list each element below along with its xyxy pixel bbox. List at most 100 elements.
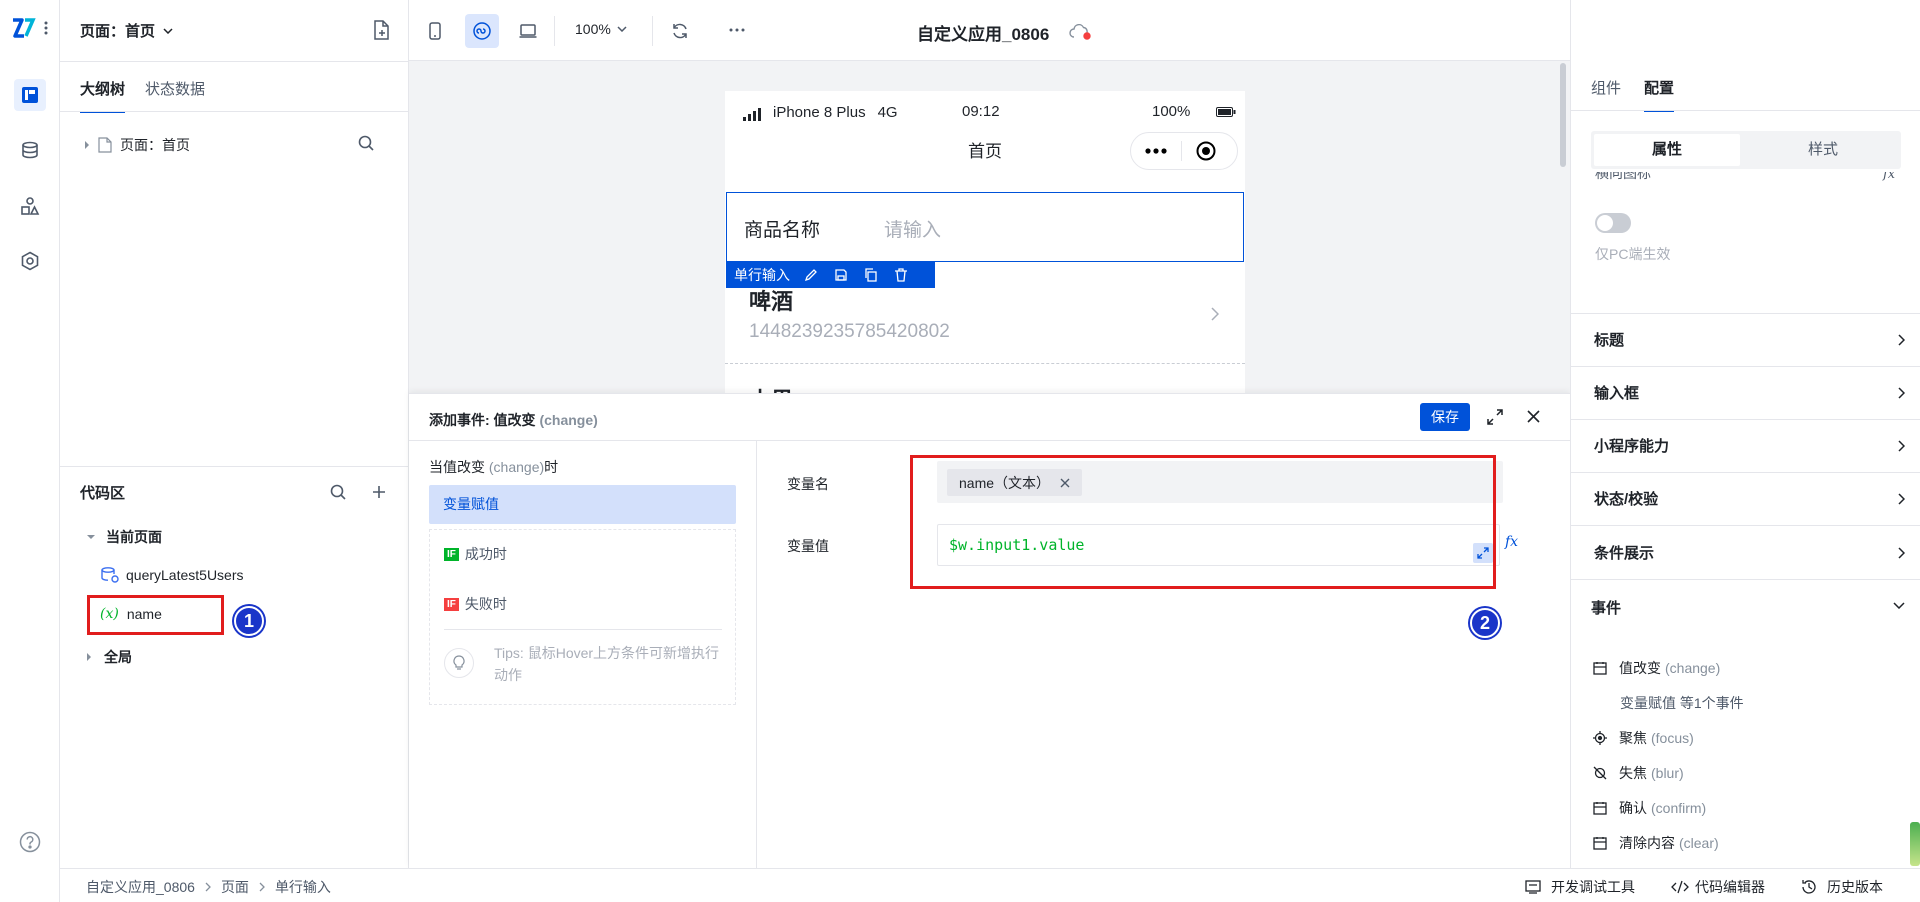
event-confirm[interactable]: 确认 (confirm) [1593,798,1706,818]
if-fail-tag: IF [444,597,459,611]
tree-current-page[interactable]: 当前页面 [86,527,162,547]
miniprogram-view-icon[interactable] [465,14,499,48]
code-search-icon[interactable] [330,484,346,500]
edit-icon[interactable] [804,268,818,282]
save-button[interactable]: 保存 [1420,403,1470,431]
app-title: 自定义应用_0806 [917,25,1050,44]
outline-layout-icon[interactable] [14,79,46,111]
event-en: (blur) [1651,765,1684,781]
delete-icon[interactable] [894,268,908,282]
database-icon[interactable] [14,134,46,166]
pc-only-hint: 仅PC端生效 [1595,246,1671,262]
zoom-selector[interactable]: 100% [575,21,627,37]
event-en: (clear) [1679,835,1719,851]
breadcrumb-component[interactable]: 单行输入 [275,877,331,897]
chevron-down-icon [163,27,173,34]
section-state-label: 状态/校验 [1594,491,1659,508]
new-page-icon[interactable] [372,20,390,40]
page-selector-label: 页面：首页 [80,23,156,40]
section-conditional-display[interactable]: 条件展示 [1571,527,1920,580]
dev-tools-label: 开发调试工具 [1551,879,1635,895]
section-title[interactable]: 标题 [1571,314,1920,367]
capsule-button[interactable] [1130,132,1238,170]
chevron-right-icon [259,882,265,892]
mobile-view-icon[interactable] [429,22,441,40]
history-button[interactable]: 历史版本 [1801,877,1883,897]
branch-success[interactable]: IF 成功时 [444,544,507,564]
event-clear[interactable]: 清除内容 (clear) [1593,833,1719,853]
canvas-scrollbar[interactable] [1560,63,1566,167]
tab-config[interactable]: 配置 [1644,77,1675,112]
components-icon[interactable] [14,190,46,222]
outline-item-page[interactable]: 页面：首页 [84,135,190,155]
var-name-label: 变量名 [787,476,829,492]
input-field-selected[interactable]: 商品名称 请输入 [726,192,1244,262]
capsule-close-icon [1196,141,1216,161]
code-item-query[interactable]: queryLatest5Users [100,566,244,584]
event-focus[interactable]: 聚焦 (focus) [1593,728,1694,748]
history-icon [1802,880,1816,894]
code-editor-button[interactable]: 代码编辑器 [1671,877,1765,897]
caret-right-icon [87,653,91,661]
seg-attributes[interactable]: 属性 [1594,134,1740,166]
var-value-label: 变量值 [787,538,829,554]
dev-tools-button[interactable]: 开发调试工具 [1525,877,1635,897]
code-item-label: queryLatest5Users [126,567,244,583]
more-horizontal-icon[interactable] [729,28,745,32]
pc-only-toggle[interactable] [1595,213,1631,233]
section-miniprogram[interactable]: 小程序能力 [1571,420,1920,473]
tab-outline-tree[interactable]: 大纲树 [80,78,126,113]
breadcrumb-app[interactable]: 自定义应用_0806 [86,877,195,897]
code-add-icon[interactable] [371,484,387,500]
more-vertical-icon[interactable] [44,20,48,36]
annotation-box-2 [910,455,1496,589]
tips-text: Tips: 鼠标Hover上方条件可新增执行动作 [494,645,720,683]
refresh-icon[interactable] [671,22,689,40]
attr-style-switch: 属性 样式 [1591,131,1901,169]
seg-styles[interactable]: 样式 [1749,134,1897,166]
tab-state-data[interactable]: 状态数据 [145,78,205,99]
right-panel-scrollbar[interactable] [1910,822,1920,866]
outline-search-icon[interactable] [358,135,374,151]
caret-right-icon [85,141,89,149]
tree-global[interactable]: 全局 [86,647,132,667]
save-icon[interactable] [834,268,848,282]
section-events[interactable]: 事件 [1591,597,1621,618]
event-change[interactable]: 值改变 (change) [1593,658,1720,678]
event-blur[interactable]: 失焦 (blur) [1593,763,1684,783]
chevron-down-icon[interactable] [1893,602,1905,609]
settings-hexagon-icon[interactable] [14,245,46,277]
chevron-right-icon[interactable] [1211,307,1219,321]
section-state-validation[interactable]: 状态/校验 [1571,473,1920,526]
event-label: 聚焦 [1619,730,1647,746]
annotation-badge-2: 2 [1470,608,1500,638]
section-input-box[interactable]: 输入框 [1571,367,1920,420]
code-icon [1671,880,1689,894]
copy-icon[interactable] [864,268,878,282]
breadcrumb-page[interactable]: 页面 [221,877,249,897]
event-label: 清除内容 [1619,835,1675,851]
fx-icon[interactable]: fx [1505,534,1518,550]
tab-components[interactable]: 组件 [1591,77,1621,98]
desktop-view-icon[interactable] [519,23,537,39]
calendar-event-icon [1593,837,1607,850]
branch-fail[interactable]: IF 失败时 [444,594,507,614]
chevron-right-icon [205,882,211,892]
history-label: 历史版本 [1827,879,1883,895]
fail-label: 失败时 [464,596,507,612]
expand-icon[interactable] [1487,409,1503,425]
outline-item-label: 页面：首页 [120,137,190,153]
event-change-summary[interactable]: 变量赋值 等1个事件 [1620,693,1744,713]
close-icon[interactable] [1527,410,1540,423]
app-logo-icon[interactable] [10,16,38,40]
input-placeholder[interactable]: 请输入 [884,215,941,242]
global-label: 全局 [104,649,132,665]
page-selector[interactable]: 页面：首页 [80,20,173,41]
action-variable-assign[interactable]: 变量赋值 [429,485,736,524]
chevron-down-icon [617,26,627,32]
section-input-label: 输入框 [1594,385,1640,402]
success-label: 成功时 [464,546,507,562]
help-icon[interactable] [14,826,46,858]
prop-fx-icon[interactable]: fx [1883,172,1895,182]
page-file-icon [98,137,112,153]
